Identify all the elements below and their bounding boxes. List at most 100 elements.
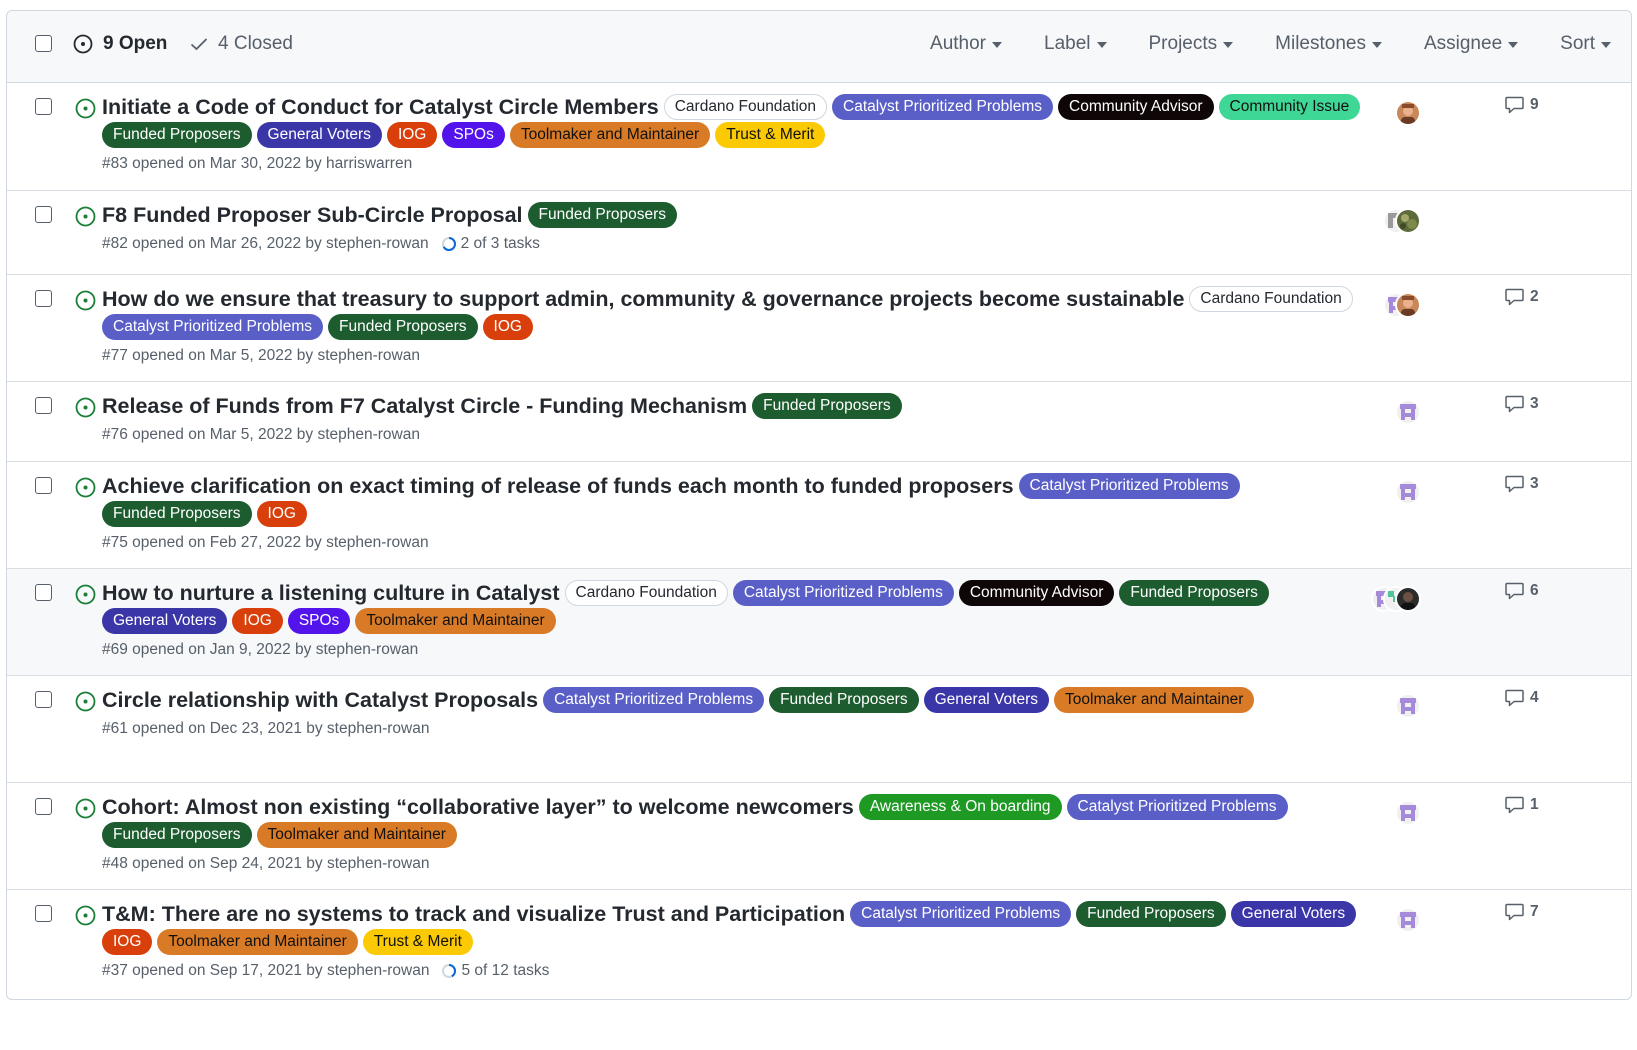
issue-label[interactable]: Funded Proposers [527, 202, 678, 228]
issue-row[interactable]: Cohort: Almost non existing “collaborati… [7, 782, 1631, 889]
assignee-identicon[interactable] [1395, 800, 1421, 826]
issue-label[interactable]: Trust & Merit [715, 122, 826, 148]
issue-row[interactable]: F8 Funded Proposer Sub-Circle Proposal Fu… [7, 190, 1631, 274]
issue-label[interactable]: Community Issue [1218, 94, 1361, 120]
issue-label[interactable]: Toolmaker and Maintainer [355, 608, 556, 634]
filter-label[interactable]: Label [1044, 33, 1107, 55]
issue-label[interactable]: Funded Proposers [769, 687, 919, 713]
issue-checkbox[interactable] [35, 290, 52, 307]
comments-link[interactable]: 3 [1505, 475, 1539, 493]
issue-label[interactable]: Community Advisor [1058, 94, 1214, 120]
issue-label[interactable]: Catalyst Prioritized Problems [832, 94, 1054, 120]
comment-icon [1505, 395, 1524, 413]
issue-title-link[interactable]: Initiate a Code of Conduct for Catalyst … [102, 95, 659, 119]
issue-row[interactable]: Achieve clarification on exact timing of… [7, 461, 1631, 568]
filter-sort[interactable]: Sort [1560, 33, 1611, 55]
issue-label[interactable]: General Voters [923, 687, 1050, 713]
issue-title-link[interactable]: How to nurture a listening culture in Ca… [102, 581, 560, 605]
issue-label[interactable]: SPOs [442, 122, 505, 148]
issue-label[interactable]: Awareness & On boarding [858, 794, 1062, 820]
issue-checkbox[interactable] [35, 477, 52, 494]
comments-link[interactable]: 4 [1505, 689, 1539, 707]
issue-title-link[interactable]: Cohort: Almost non existing “collaborati… [102, 795, 854, 819]
issue-label[interactable]: IOG [256, 501, 307, 527]
issue-title-link[interactable]: How do we ensure that treasury to suppor… [102, 287, 1184, 311]
issue-row[interactable]: Initiate a Code of Conduct for Catalyst … [7, 83, 1631, 190]
issue-title-link[interactable]: Circle relationship with Catalyst Propos… [102, 688, 538, 712]
issue-label[interactable]: Toolmaker and Maintainer [1054, 687, 1255, 713]
filter-milestones[interactable]: Milestones [1275, 33, 1382, 55]
issue-label[interactable]: Catalyst Prioritized Problems [543, 687, 765, 713]
issue-label[interactable]: Funded Proposers [102, 122, 252, 148]
issue-checkbox[interactable] [35, 206, 52, 223]
issue-checkbox[interactable] [35, 691, 52, 708]
task-progress[interactable]: 5 of 12 tasks [441, 962, 549, 980]
issue-checkbox[interactable] [35, 98, 52, 115]
open-issues-tab[interactable]: 9 Open [73, 33, 167, 55]
assignee-identicon[interactable] [1395, 907, 1421, 933]
closed-issues-tab[interactable]: 4 Closed [190, 33, 293, 55]
filter-assignee[interactable]: Assignee [1424, 33, 1519, 55]
assignee-identicon[interactable] [1395, 693, 1421, 719]
issue-row[interactable]: Circle relationship with Catalyst Propos… [7, 675, 1631, 782]
assignee-avatar[interactable] [1395, 586, 1421, 612]
issue-checkbox[interactable] [35, 905, 52, 922]
filter-projects[interactable]: Projects [1149, 33, 1234, 55]
issue-label[interactable]: Toolmaker and Maintainer [157, 929, 358, 955]
assignee-avatar[interactable] [1395, 100, 1421, 126]
identicon-image [1397, 401, 1419, 423]
assignee-avatar[interactable] [1395, 292, 1421, 318]
issue-checkbox[interactable] [35, 397, 52, 414]
issue-label[interactable]: Cardano Foundation [564, 580, 728, 606]
issue-label[interactable]: Catalyst Prioritized Problems [732, 580, 954, 606]
issue-title-link[interactable]: T&M: There are no systems to track and v… [102, 902, 845, 926]
issue-row[interactable]: How to nurture a listening culture in Ca… [7, 568, 1631, 675]
issue-label[interactable]: IOG [482, 314, 533, 340]
issue-row[interactable]: T&M: There are no systems to track and v… [7, 889, 1631, 999]
issue-label[interactable]: Catalyst Prioritized Problems [1018, 473, 1240, 499]
issue-label[interactable]: SPOs [287, 608, 351, 634]
issue-label[interactable]: Funded Proposers [102, 501, 252, 527]
issue-label[interactable]: Catalyst Prioritized Problems [1066, 794, 1288, 820]
issue-label[interactable]: General Voters [102, 608, 228, 634]
assignee-avatar[interactable] [1395, 208, 1421, 234]
issue-label[interactable]: Toolmaker and Maintainer [256, 822, 457, 848]
comments-link[interactable]: 9 [1505, 96, 1539, 114]
issue-label[interactable]: Funded Proposers [1119, 580, 1269, 606]
assignee-identicon[interactable] [1395, 479, 1421, 505]
issue-label[interactable]: Funded Proposers [752, 393, 902, 419]
filter-author[interactable]: Author [930, 33, 1002, 55]
comments-link[interactable]: 1 [1505, 796, 1539, 814]
comments-link[interactable]: 2 [1505, 288, 1539, 306]
comments-link[interactable]: 6 [1505, 582, 1539, 600]
issue-label[interactable]: Community Advisor [958, 580, 1115, 606]
issue-label[interactable]: General Voters [256, 122, 382, 148]
issue-label[interactable]: IOG [386, 122, 438, 148]
assignee-identicon[interactable] [1395, 399, 1421, 425]
issue-label[interactable]: Catalyst Prioritized Problems [102, 314, 323, 340]
issue-meta: #82 opened on Mar 26, 2022 by stephen-ro… [102, 232, 1372, 256]
comments-link[interactable]: 3 [1505, 395, 1539, 413]
issue-label[interactable]: Funded Proposers [1076, 901, 1226, 927]
issue-label[interactable]: Funded Proposers [327, 314, 478, 340]
issue-title-link[interactable]: Achieve clarification on exact timing of… [102, 474, 1014, 498]
issue-title-link[interactable]: Release of Funds from F7 Catalyst Circle… [102, 394, 747, 418]
issue-label[interactable]: IOG [102, 929, 153, 955]
assignee-avatars [1371, 907, 1421, 937]
issue-checkbox[interactable] [35, 798, 52, 815]
select-all-checkbox[interactable] [35, 35, 52, 52]
issue-label[interactable]: Catalyst Prioritized Problems [850, 901, 1072, 927]
issue-title-link[interactable]: F8 Funded Proposer Sub-Circle Proposal [102, 203, 523, 227]
issue-label[interactable]: Cardano Foundation [1189, 286, 1353, 312]
issue-label[interactable]: Funded Proposers [102, 822, 252, 848]
task-progress[interactable]: 2 of 3 tasks [441, 235, 540, 253]
comments-link[interactable]: 7 [1505, 903, 1539, 921]
issue-row[interactable]: How do we ensure that treasury to suppor… [7, 274, 1631, 381]
issue-label[interactable]: Toolmaker and Maintainer [509, 122, 711, 148]
issue-checkbox[interactable] [35, 584, 52, 601]
issue-label[interactable]: Cardano Foundation [663, 94, 828, 120]
issue-label[interactable]: Trust & Merit [362, 929, 473, 955]
issue-label[interactable]: General Voters [1230, 901, 1357, 927]
issue-row[interactable]: Release of Funds from F7 Catalyst Circle… [7, 381, 1631, 461]
issue-label[interactable]: IOG [232, 608, 283, 634]
